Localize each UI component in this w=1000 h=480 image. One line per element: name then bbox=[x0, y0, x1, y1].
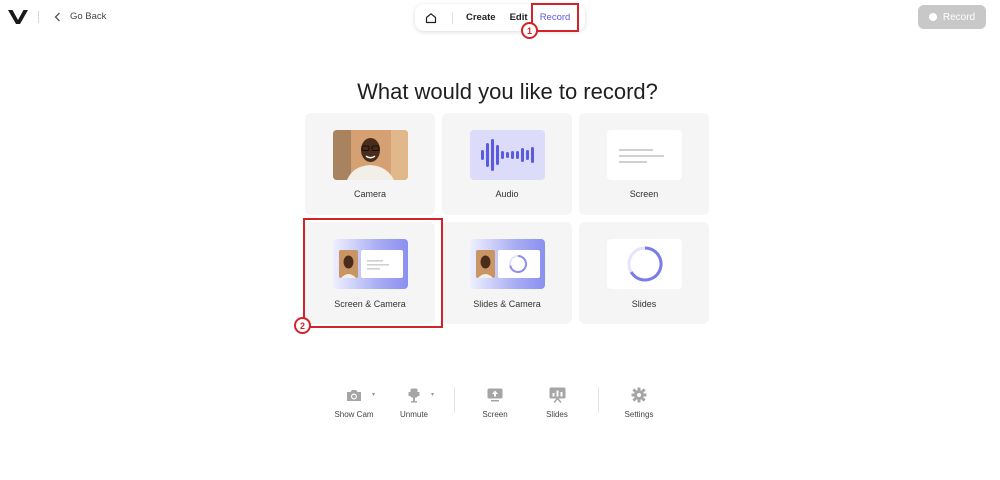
header-divider bbox=[38, 11, 39, 23]
option-label: Slides & Camera bbox=[473, 299, 541, 309]
record-button[interactable]: Record bbox=[918, 5, 986, 29]
tab-record[interactable]: Record bbox=[531, 3, 579, 32]
option-label: Slides bbox=[631, 299, 657, 309]
presentation-icon bbox=[549, 387, 565, 403]
option-screen[interactable]: Screen bbox=[579, 113, 709, 215]
record-dot-icon bbox=[928, 13, 937, 21]
camera-thumbnail bbox=[333, 130, 408, 180]
waveform-icon bbox=[480, 139, 534, 171]
option-label: Audio bbox=[495, 189, 519, 199]
go-back-label: Go Back bbox=[70, 11, 107, 22]
settings-button[interactable]: Settings bbox=[614, 385, 664, 419]
logo-icon bbox=[8, 10, 28, 24]
settings-label: Settings bbox=[624, 410, 654, 419]
go-back-link[interactable]: Go Back bbox=[54, 11, 106, 22]
show-cam-label: Show Cam bbox=[334, 410, 374, 419]
slides-thumbnail bbox=[607, 239, 682, 289]
person-photo-icon bbox=[333, 130, 408, 180]
screen-thumbnail bbox=[607, 130, 682, 180]
tab-edit[interactable]: Edit bbox=[510, 12, 528, 23]
slides-and-camera-thumbnail bbox=[470, 239, 545, 289]
option-audio[interactable]: Audio bbox=[442, 113, 572, 215]
nav-divider bbox=[452, 11, 453, 24]
option-label: Camera bbox=[353, 189, 386, 199]
camera-options-chevron-icon[interactable]: ▾ bbox=[372, 391, 375, 398]
toolbar-divider bbox=[598, 387, 599, 413]
slides-button[interactable]: Slides bbox=[532, 385, 582, 419]
slides-camera-preview-icon bbox=[476, 250, 540, 278]
annotation-highlight bbox=[303, 218, 443, 328]
screen-button[interactable]: Screen bbox=[470, 385, 520, 419]
option-slides[interactable]: Slides bbox=[579, 222, 709, 324]
option-label: Screen bbox=[629, 189, 659, 199]
home-icon bbox=[425, 12, 437, 23]
screen-lines-icon bbox=[619, 149, 664, 163]
donut-chart-icon bbox=[627, 246, 663, 282]
screen-label: Screen bbox=[482, 410, 508, 419]
tab-create[interactable]: Create bbox=[466, 12, 496, 23]
audio-thumbnail bbox=[470, 130, 545, 180]
page-title: What would you like to record? bbox=[357, 79, 658, 104]
microphone-options-chevron-icon[interactable]: ▾ bbox=[431, 391, 434, 398]
camera-icon bbox=[347, 389, 361, 401]
option-slides-and-camera[interactable]: Slides & Camera bbox=[442, 222, 572, 324]
unmute-label: Unmute bbox=[399, 410, 428, 419]
microphone-icon bbox=[408, 388, 420, 402]
toolbar-divider bbox=[454, 387, 455, 413]
home-button[interactable] bbox=[417, 4, 445, 31]
annotation-callout-1: 1 bbox=[521, 22, 538, 39]
gear-icon bbox=[631, 387, 647, 403]
record-button-label: Record bbox=[942, 11, 976, 23]
option-camera[interactable]: Camera bbox=[305, 113, 435, 215]
screen-share-icon bbox=[487, 388, 503, 402]
slides-label: Slides bbox=[546, 410, 568, 419]
annotation-callout-2: 2 bbox=[294, 317, 311, 334]
chevron-left-icon bbox=[54, 12, 60, 21]
top-navigation: Create Edit Record bbox=[415, 3, 585, 32]
